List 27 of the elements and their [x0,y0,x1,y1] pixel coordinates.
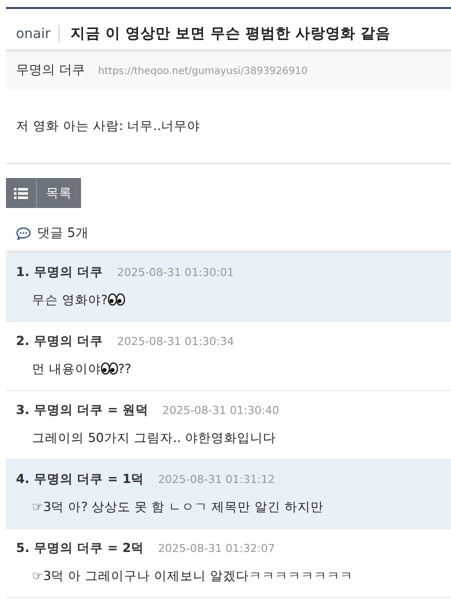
comment-time: 2025-08-31 01:32:07 [158,542,275,555]
list-button[interactable] [6,178,36,208]
comment-author: 3. 무명의 더쿠 = 원덕 [16,402,148,419]
comment-time: 2025-08-31 01:30:40 [162,404,280,417]
comment-time: 2025-08-31 01:30:34 [117,335,234,348]
comment-author: 4. 무명의 더쿠 = 1덕 [16,471,144,488]
speech-bubble-icon [16,226,31,240]
eyes-icon [108,293,125,306]
post-body: 저 영화 아는 사람: 너무..너무야 [6,89,451,164]
comment-count: 댓글 5개 [37,225,88,242]
comment-text: ☞3덕 아 그레이구나 이제보니 알겠다ㅋㅋㅋㅋㅋㅋㅋㅋ [32,568,354,585]
post-url[interactable]: https://theqoo.net/gumayusi/3893926910 [98,66,308,77]
comment-text: ☞3덕 아? 상상도 못 함 ㄴㅇㄱ 제목만 알긴 하지만 [32,499,325,516]
comment-time: 2025-08-31 01:31:12 [158,473,275,486]
comment-text: 무슨 영화야? [32,292,439,309]
list-icon [14,188,28,198]
post-title: 지금 이 영상만 보면 무슨 평범한 사랑영화 같음 [70,25,391,43]
eyes-icon [100,362,118,375]
category-label[interactable]: onair [16,24,60,42]
comment-text: 그레이의 50가지 그림자.. 야한영화입니다 [32,430,277,447]
list-link-button[interactable]: 목록 [36,178,81,208]
author-name: 무명의 더쿠 [16,62,86,79]
comment-author: 1. 무명의 더쿠 [16,264,104,281]
comment-author: 5. 무명의 더쿠 = 2덕 [16,540,144,557]
comment-text: 먼 내용이야 ?? [32,361,132,378]
comment-author: 2. 무명의 더쿠 [16,333,104,350]
comment-time: 2025-08-31 01:30:01 [117,266,234,279]
